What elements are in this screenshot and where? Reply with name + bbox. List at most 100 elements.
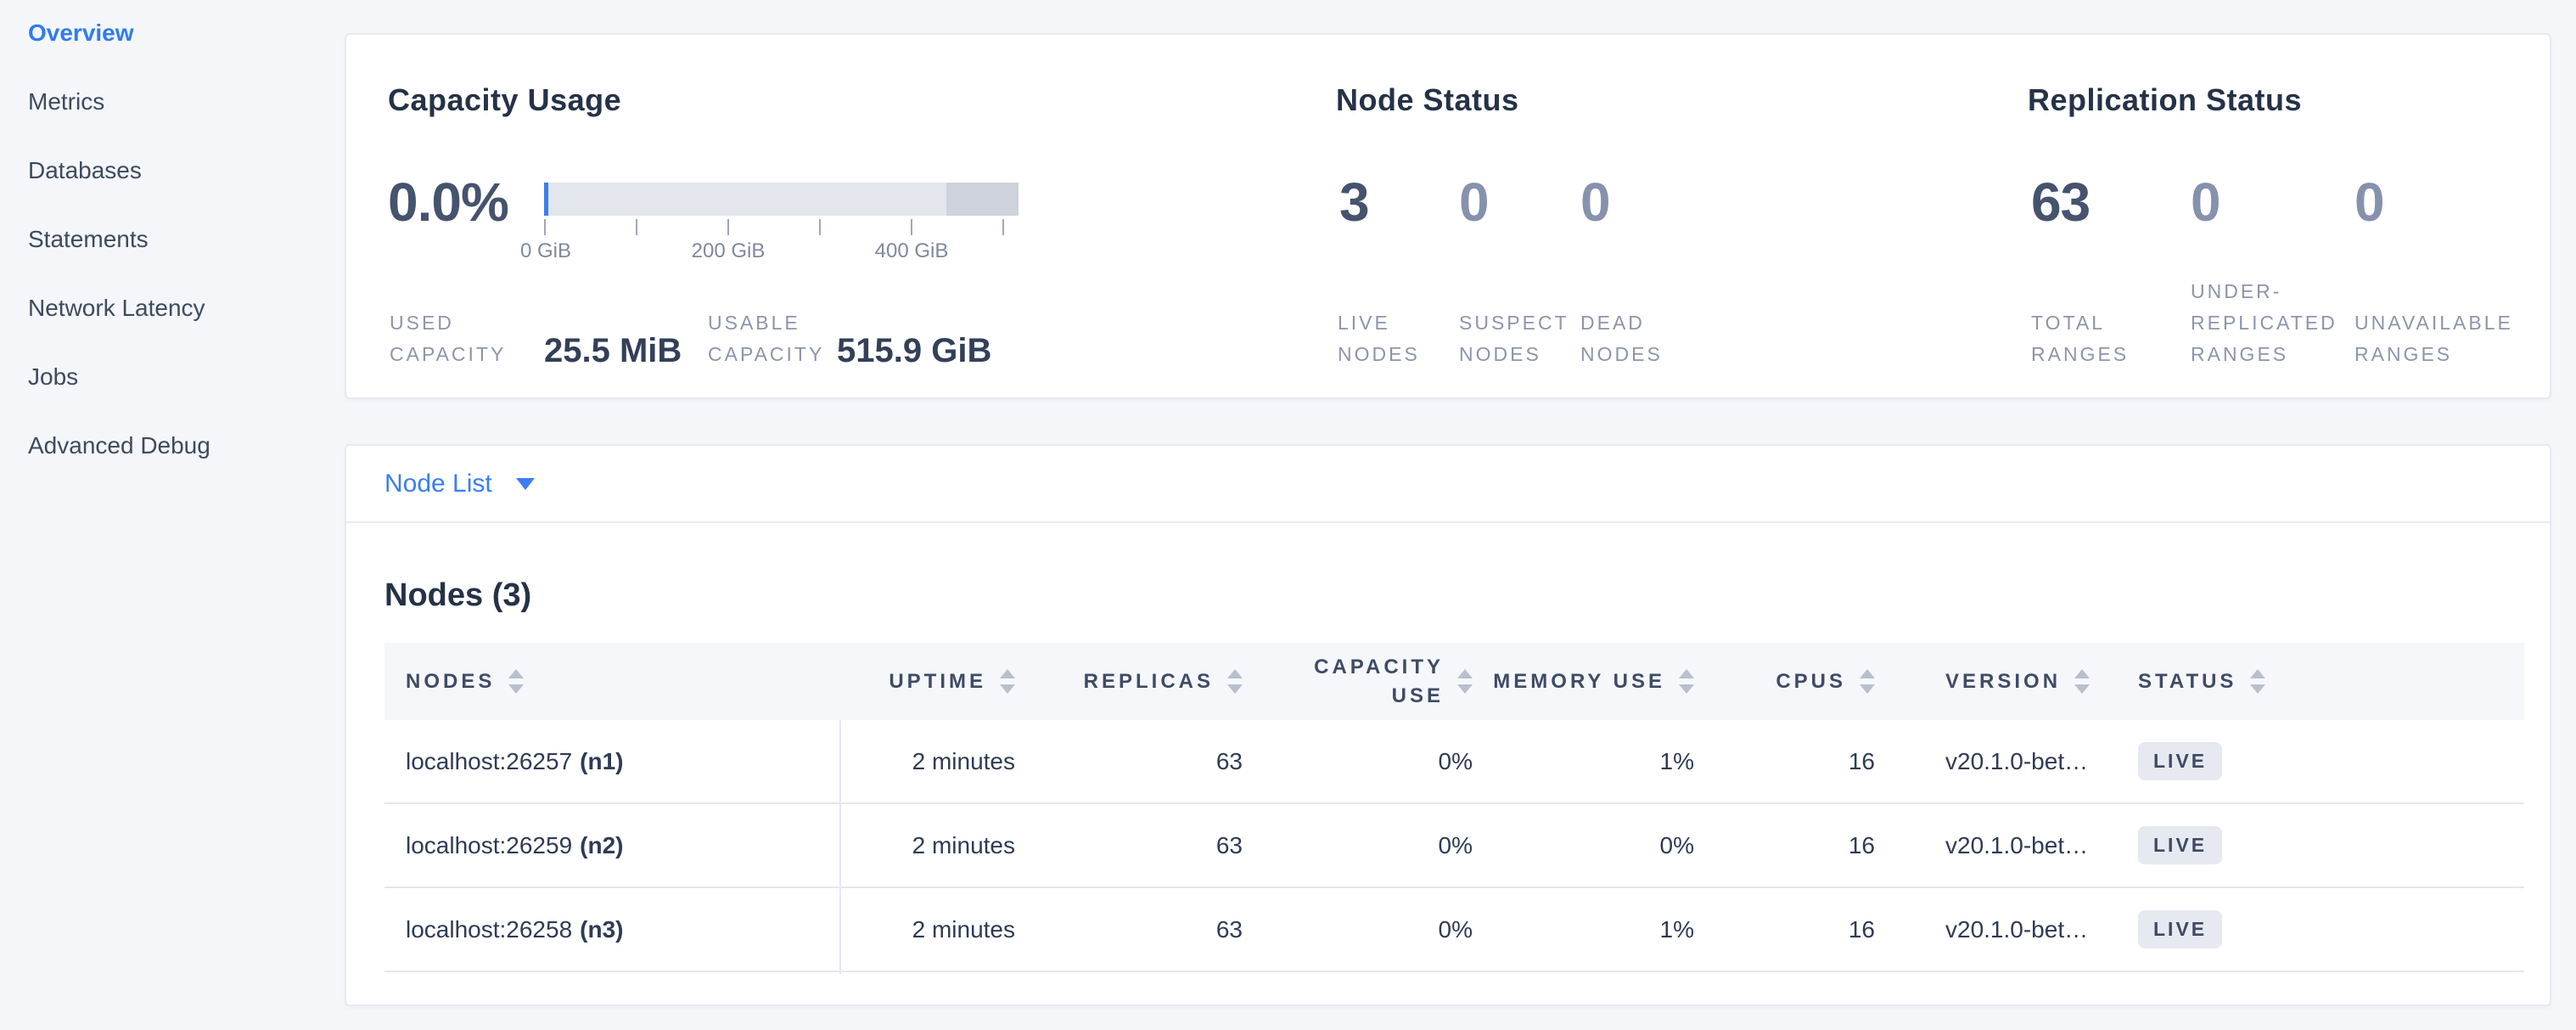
memory-use-cell: 0% — [1473, 832, 1694, 859]
sort-icon — [1227, 669, 1243, 694]
column-header-label: MEMORY USE — [1493, 667, 1665, 696]
sidebar-item-databases[interactable]: Databases — [28, 158, 334, 183]
sidebar-item-jobs[interactable]: Jobs — [28, 364, 334, 390]
nodes-column-divider — [839, 720, 841, 974]
axis-tick — [819, 219, 821, 235]
sort-icon — [508, 669, 524, 694]
axis-tick-label: 0 GiB — [520, 239, 571, 263]
column-header-label: STATUS — [2138, 667, 2236, 696]
column-header-replicas[interactable]: REPLICAS — [1015, 643, 1243, 720]
capacity-bar-remainder-segment — [946, 183, 1019, 216]
node-address-cell[interactable]: localhost:26259 (n2) — [384, 832, 839, 859]
sort-icon — [1679, 669, 1694, 694]
nodes-count-heading: Nodes (3) — [384, 577, 531, 614]
capacity-bar-used-segment — [544, 183, 548, 216]
table-row-node-2[interactable]: localhost:26259 (n2) 2 minutes 63 0% 0% … — [384, 804, 2524, 888]
total-ranges-count: 63 — [2031, 171, 2090, 234]
nodes-table-header: NODES UPTIME REPLICAS CAPACITY USE MEMOR… — [384, 643, 2524, 720]
under-replicated-ranges-count: 0 — [2191, 171, 2220, 234]
axis-tick — [1002, 219, 1004, 235]
axis-tick-label: 400 GiB — [875, 239, 949, 263]
live-nodes-label: LIVE NODES — [1338, 307, 1435, 370]
cpus-cell: 16 — [1694, 748, 1875, 775]
admin-ui-overview-page: Overview Metrics Databases Statements Ne… — [0, 0, 2576, 1030]
sidebar-item-statements[interactable]: Statements — [28, 227, 334, 252]
suspect-nodes-label: SUSPECT NODES — [1459, 307, 1599, 370]
capacity-use-cell: 0% — [1243, 916, 1473, 943]
status-badge: LIVE — [2138, 910, 2222, 948]
axis-tick-label: 200 GiB — [692, 239, 766, 263]
used-capacity-label: USED CAPACITY — [390, 307, 530, 370]
under-replicated-ranges-label: UNDER-REPLICATED RANGES — [2191, 276, 2371, 370]
column-header-label: CPUS — [1776, 667, 1846, 696]
axis-tick — [727, 219, 729, 235]
node-id: (n2) — [580, 832, 623, 859]
dead-nodes-label: DEAD NODES — [1580, 307, 1678, 370]
column-header-status[interactable]: STATUS — [2138, 643, 2524, 720]
capacity-usage-title: Capacity Usage — [388, 82, 621, 118]
usable-capacity-value: 515.9 GiB — [837, 332, 991, 370]
memory-use-cell: 1% — [1473, 748, 1694, 775]
column-header-nodes[interactable]: NODES — [384, 643, 839, 720]
live-nodes-count: 3 — [1339, 171, 1369, 234]
capacity-usage-bar: 0 GiB 200 GiB 400 GiB — [544, 183, 1019, 293]
replicas-cell: 63 — [1015, 832, 1243, 859]
sidebar-item-metrics[interactable]: Metrics — [28, 89, 334, 115]
node-list-card: Node List Nodes (3) NODES UPTIME REPLICA… — [345, 444, 2551, 1006]
node-list-view-selector-label: Node List — [384, 470, 492, 498]
total-ranges-label: TOTAL RANGES — [2031, 307, 2146, 370]
column-header-version[interactable]: VERSION — [1875, 643, 2138, 720]
capacity-bar-track — [544, 183, 1019, 216]
sidebar-nav: Overview Metrics Databases Statements Ne… — [28, 20, 334, 502]
unavailable-ranges-count: 0 — [2354, 171, 2384, 234]
cpus-cell: 16 — [1694, 832, 1875, 859]
node-id: (n1) — [580, 748, 623, 775]
axis-tick — [911, 219, 912, 235]
version-cell: v20.1.0-bet… — [1875, 832, 2138, 859]
node-address-cell[interactable]: localhost:26258 (n3) — [384, 916, 839, 943]
sidebar-item-overview[interactable]: Overview — [28, 20, 334, 46]
used-capacity-value: 25.5 MiB — [544, 332, 682, 370]
status-badge: LIVE — [2138, 826, 2222, 864]
sort-icon — [1457, 669, 1473, 694]
cluster-summary-card: Capacity Usage 0.0% 0 GiB 200 GiB 400 Gi… — [345, 33, 2551, 399]
node-id: (n3) — [580, 916, 623, 943]
table-row-node-3[interactable]: localhost:26258 (n3) 2 minutes 63 0% 1% … — [384, 888, 2524, 972]
column-header-uptime[interactable]: UPTIME — [839, 643, 1015, 720]
capacity-used-percent: 0.0% — [388, 171, 508, 234]
axis-tick — [544, 219, 546, 235]
sort-icon — [1000, 669, 1015, 694]
column-header-capacity-use[interactable]: CAPACITY USE — [1243, 643, 1473, 720]
node-address-cell[interactable]: localhost:26257 (n1) — [384, 748, 839, 775]
nodes-table: NODES UPTIME REPLICAS CAPACITY USE MEMOR… — [384, 643, 2524, 972]
uptime-cell: 2 minutes — [839, 832, 1015, 859]
uptime-cell: 2 minutes — [839, 748, 1015, 775]
column-header-label: UPTIME — [889, 667, 986, 696]
node-status-title: Node Status — [1336, 82, 1519, 118]
sidebar-item-network-latency[interactable]: Network Latency — [28, 295, 334, 321]
column-header-cpus[interactable]: CPUS — [1694, 643, 1875, 720]
dead-nodes-count: 0 — [1580, 171, 1610, 234]
suspect-nodes-count: 0 — [1459, 171, 1489, 234]
memory-use-cell: 1% — [1473, 916, 1694, 943]
sort-icon — [1860, 669, 1875, 694]
sidebar-item-advanced-debug[interactable]: Advanced Debug — [28, 433, 334, 459]
cpus-cell: 16 — [1694, 916, 1875, 943]
table-row-node-1[interactable]: localhost:26257 (n1) 2 minutes 63 0% 1% … — [384, 720, 2524, 804]
column-header-label: REPLICAS — [1084, 667, 1214, 696]
capacity-use-cell: 0% — [1243, 748, 1473, 775]
node-address: localhost:26259 — [406, 832, 572, 859]
column-header-label: CAPACITY USE — [1299, 653, 1444, 711]
column-header-label: NODES — [406, 667, 495, 696]
node-address: localhost:26257 — [406, 748, 572, 775]
column-header-memory-use[interactable]: MEMORY USE — [1473, 643, 1694, 720]
version-cell: v20.1.0-bet… — [1875, 916, 2138, 943]
usable-capacity-label: USABLE CAPACITY — [708, 307, 848, 370]
status-cell: LIVE — [2138, 742, 2524, 780]
node-address: localhost:26258 — [406, 916, 572, 943]
unavailable-ranges-label: UNAVAILABLE RANGES — [2354, 307, 2558, 370]
column-header-label: VERSION — [1945, 667, 2061, 696]
node-list-view-selector[interactable]: Node List — [346, 446, 2550, 523]
replicas-cell: 63 — [1015, 748, 1243, 775]
sort-icon — [2250, 669, 2265, 694]
